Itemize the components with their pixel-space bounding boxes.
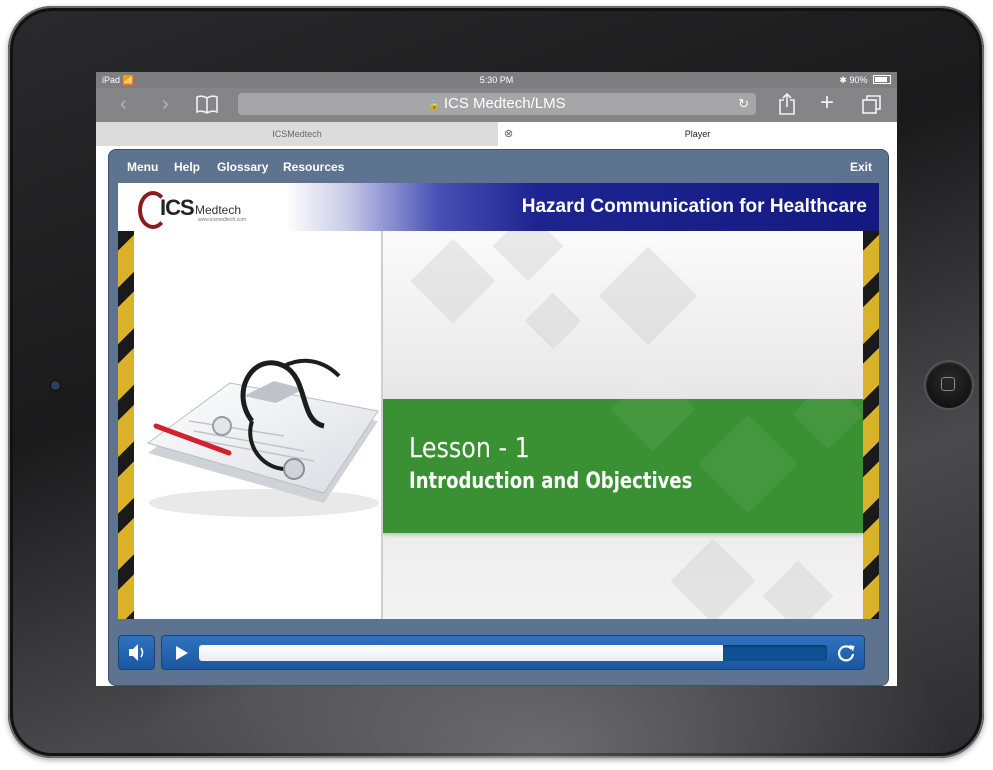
tab-player[interactable]: ⊗ Player	[498, 122, 897, 146]
tab-strip: ICSMedtech ⊗ Player	[96, 122, 897, 146]
lesson-number: Lesson - 1	[409, 431, 530, 464]
home-square-icon	[941, 377, 955, 391]
progress-track[interactable]	[199, 645, 827, 661]
status-right: ✱ 90%	[839, 75, 891, 86]
clock: 5:30 PM	[479, 75, 514, 85]
company-logo: ICS Medtech www.icsmedtech.com	[138, 189, 258, 229]
decor-shape	[762, 560, 834, 619]
lock-icon: 🔒	[428, 100, 441, 111]
lesson-title: Introduction and Objectives	[409, 469, 693, 494]
tab-icsmedtech[interactable]: ICSMedtech	[96, 122, 498, 146]
browser-toolbar: ‹ › 🔒 ICS Medtech/LMS ↻ +	[96, 88, 897, 122]
speaker-icon	[129, 644, 144, 661]
logo-text-medtech: Medtech	[195, 203, 242, 217]
battery-percent: 90%	[849, 75, 868, 85]
decor-shape	[610, 366, 696, 452]
tab-label: ICSMedtech	[272, 129, 322, 139]
play-icon[interactable]	[172, 644, 190, 662]
back-icon[interactable]: ‹	[120, 94, 127, 114]
logo-url: www.icsmedtech.com	[198, 217, 247, 223]
share-icon[interactable]	[778, 92, 796, 119]
hazard-stripe-right	[863, 231, 879, 619]
slide-header: ICS Medtech www.icsmedtech.com Hazard Co…	[118, 183, 879, 231]
course-title: Hazard Communication for Healthcare	[521, 196, 867, 217]
player-menu-bar: Menu Help Glossary Resources Exit	[109, 150, 888, 184]
decor-shape	[410, 238, 496, 324]
tabs-icon[interactable]	[862, 94, 882, 118]
address-bar[interactable]: 🔒 ICS Medtech/LMS ↻	[238, 93, 756, 115]
bookmarks-icon[interactable]	[196, 94, 218, 118]
decor-shape	[698, 414, 798, 514]
hazard-stripe-left	[118, 231, 134, 619]
reload-icon[interactable]: ↻	[738, 93, 749, 115]
menu-button[interactable]: Menu	[127, 160, 158, 174]
decor-shape	[598, 246, 698, 346]
status-bar: iPad 📶 5:30 PM ✱ 90%	[96, 72, 897, 88]
course-player: Menu Help Glossary Resources Exit ICS Me…	[108, 149, 889, 686]
screen: iPad 📶 5:30 PM ✱ 90% ‹ › 🔒 ICS Medtech/LM…	[96, 72, 897, 686]
audio-button[interactable]	[118, 635, 155, 670]
logo-text: ICS	[160, 195, 195, 220]
replay-icon[interactable]	[836, 643, 856, 663]
decor-shape	[670, 538, 756, 619]
help-button[interactable]: Help	[174, 160, 200, 174]
forward-icon[interactable]: ›	[162, 94, 169, 114]
url-text: ICS Medtech/LMS	[443, 95, 566, 112]
play-bar	[161, 635, 865, 670]
resources-button[interactable]: Resources	[283, 160, 344, 174]
decor-shape	[524, 292, 582, 350]
close-tab-icon[interactable]: ⊗	[504, 122, 513, 146]
playback-controls	[109, 625, 888, 685]
decor-shape	[792, 378, 863, 450]
glossary-button[interactable]: Glossary	[217, 160, 268, 174]
clipboard-stethoscope-image	[146, 358, 379, 517]
home-button[interactable]	[926, 362, 972, 408]
slide: ICS Medtech www.icsmedtech.com Hazard Co…	[118, 183, 879, 619]
new-tab-icon[interactable]: +	[820, 91, 834, 115]
tab-label: Player	[684, 129, 711, 139]
progress-fill	[199, 645, 724, 661]
battery-icon	[873, 75, 891, 84]
photo-panel	[134, 231, 383, 619]
lesson-banner: Lesson - 1 Introduction and Objectives	[383, 366, 863, 533]
bluetooth-icon: ✱	[839, 75, 847, 85]
camera-icon	[51, 381, 60, 390]
exit-button[interactable]: Exit	[850, 160, 872, 174]
lesson-content-panel: Lesson - 1 Introduction and Objectives	[383, 231, 863, 619]
decor-shape	[492, 231, 564, 282]
